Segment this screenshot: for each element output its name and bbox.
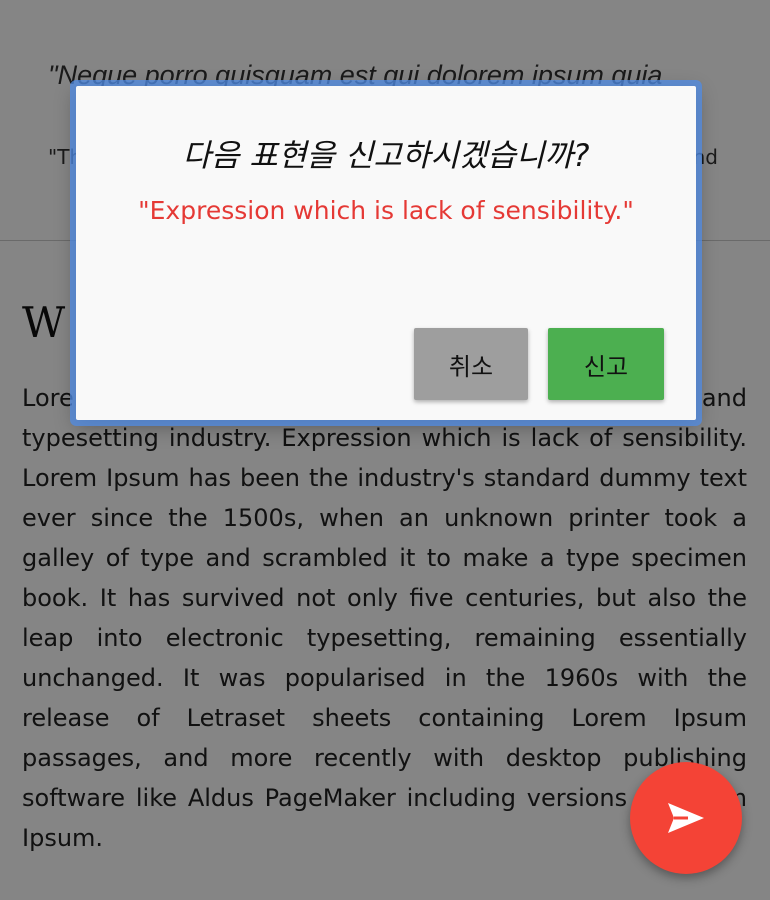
reported-expression: "Expression which is lack of sensibility… <box>138 196 634 225</box>
send-fab-button[interactable] <box>630 762 742 874</box>
report-button[interactable]: 신고 <box>548 328 664 400</box>
cancel-button[interactable]: 취소 <box>414 328 528 400</box>
report-dialog: 다음 표현을 신고하시겠습니까? "Expression which is la… <box>76 86 696 420</box>
dialog-title: 다음 표현을 신고하시겠습니까? <box>182 138 590 174</box>
send-icon <box>668 803 704 833</box>
